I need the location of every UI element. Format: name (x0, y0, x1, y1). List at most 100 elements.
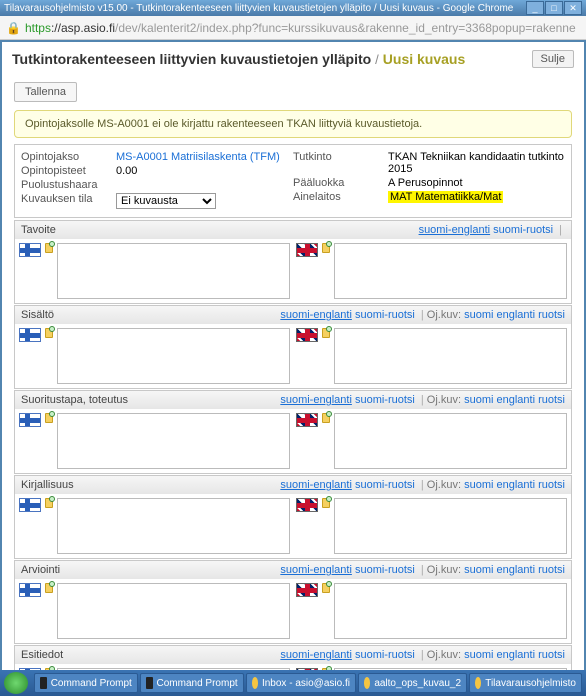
text-en-input[interactable] (334, 243, 567, 299)
flag-uk-icon (296, 498, 318, 512)
text-en-input[interactable] (334, 328, 567, 384)
task-icon (252, 677, 258, 689)
ojkuv-englanti-link[interactable]: englanti (496, 394, 535, 406)
page-title-main: Tutkintorakenteeseen liittyvien kuvausti… (12, 51, 371, 67)
ojkuv-ruotsi-link[interactable]: ruotsi (538, 649, 565, 661)
ojkuv-suomi-link[interactable]: suomi (464, 394, 493, 406)
opintojakso-link[interactable]: MS-A0001 Matriisilaskenta (TFM) (116, 151, 293, 163)
window-btn-close[interactable]: ✕ (564, 1, 582, 15)
lang-fi-en-link[interactable]: suomi-englanti (419, 224, 491, 236)
section-name: Esitiedot (21, 649, 221, 661)
lock-icon: 🔒 (6, 21, 21, 35)
ojkuv-suomi-link[interactable]: suomi (464, 309, 493, 321)
section-header: Sisältö suomi-englanti suomi-ruotsi |Oj.k… (15, 306, 571, 324)
task-item[interactable]: aalto_ops_kuvau_2 (358, 673, 467, 693)
flag-fi-icon (19, 498, 41, 512)
text-fi-input[interactable] (57, 328, 290, 384)
ojkuv-englanti-link[interactable]: englanti (496, 564, 535, 576)
section-name: Tavoite (21, 224, 221, 236)
lock-small-icon (322, 498, 330, 508)
lang-fi-en-link[interactable]: suomi-englanti (280, 564, 352, 576)
puolustushaara-value (116, 179, 293, 191)
section-name: Sisältö (21, 309, 221, 321)
ojkuv-suomi-link[interactable]: suomi (464, 479, 493, 491)
task-item[interactable]: Tilavarausohjelmisto (469, 673, 582, 693)
lock-small-icon (45, 498, 53, 508)
ojkuv-suomi-link[interactable]: suomi (464, 649, 493, 661)
lang-fi-en-link[interactable]: suomi-englanti (280, 479, 352, 491)
ojkuv-suomi-link[interactable]: suomi (464, 564, 493, 576)
task-label: Tilavarausohjelmisto (485, 678, 576, 689)
section-name: Suoritustapa, toteutus (21, 394, 221, 406)
section-header: Suoritustapa, toteutus suomi-englanti suo… (15, 391, 571, 409)
task-item[interactable]: Command Prompt (34, 673, 138, 693)
task-icon (364, 677, 370, 689)
window-titlebar: Tilavarausohjelmisto v15.00 - Tutkintora… (0, 0, 586, 16)
ojkuv-englanti-link[interactable]: englanti (496, 649, 535, 661)
lang-fi-sv-link[interactable]: suomi-ruotsi (355, 394, 415, 406)
lock-small-icon (45, 583, 53, 593)
text-fi-input[interactable] (57, 413, 290, 469)
section-header: Tavoite suomi-englanti suomi-ruotsi | (15, 221, 571, 239)
tutkinto-label: Tutkinto (293, 151, 388, 175)
address-bar[interactable]: 🔒 https://asp.asio.fi/dev/kalenterit2/in… (0, 16, 586, 40)
section-langlinks: suomi-englanti suomi-ruotsi |Oj.kuv: suo… (280, 564, 565, 576)
text-fi-input[interactable] (57, 243, 290, 299)
ojkuv-ruotsi-link[interactable]: ruotsi (538, 394, 565, 406)
lang-fi-en-link[interactable]: suomi-englanti (280, 394, 352, 406)
task-icon (475, 677, 481, 689)
page-title-sub: Uusi kuvaus (383, 51, 465, 67)
save-button[interactable]: Tallenna (14, 82, 77, 102)
task-item[interactable]: Command Prompt (140, 673, 244, 693)
task-label: Inbox - asio@asio.fi (262, 678, 350, 689)
close-button[interactable]: Sulje (532, 50, 574, 68)
flag-uk-icon (296, 413, 318, 427)
lang-fi-sv-link[interactable]: suomi-ruotsi (493, 224, 553, 236)
section-name: Kirjallisuus (21, 479, 221, 491)
section-langlinks: suomi-englanti suomi-ruotsi | (419, 224, 565, 236)
text-fi-input[interactable] (57, 583, 290, 639)
page-frame: Tutkintorakenteeseen liittyvien kuvausti… (2, 42, 584, 687)
puolustushaara-label: Puolustushaara (21, 179, 116, 191)
window-btn-min[interactable]: _ (526, 1, 544, 15)
section-name: Arviointi (21, 564, 221, 576)
text-fi-input[interactable] (57, 498, 290, 554)
properties-panel: OpintojaksoMS-A0001 Matriisilaskenta (TF… (14, 144, 572, 218)
lang-fi-en-link[interactable]: suomi-englanti (280, 309, 352, 321)
section-header: Kirjallisuus suomi-englanti suomi-ruotsi … (15, 476, 571, 494)
task-item[interactable]: Inbox - asio@asio.fi (246, 673, 356, 693)
section-langlinks: suomi-englanti suomi-ruotsi |Oj.kuv: suo… (280, 479, 565, 491)
ojkuv-ruotsi-link[interactable]: ruotsi (538, 564, 565, 576)
lang-fi-sv-link[interactable]: suomi-ruotsi (355, 564, 415, 576)
tutkinto-value: TKAN Tekniikan kandidaatin tutkinto 2015 (388, 151, 565, 175)
lang-fi-sv-link[interactable]: suomi-ruotsi (355, 649, 415, 661)
paaluokka-value: A Perusopinnot (388, 177, 565, 189)
section-langlinks: suomi-englanti suomi-ruotsi |Oj.kuv: suo… (280, 309, 565, 321)
window-btn-max[interactable]: □ (545, 1, 563, 15)
task-icon (40, 677, 47, 689)
ojkuv-ruotsi-link[interactable]: ruotsi (538, 479, 565, 491)
ojkuv-ruotsi-link[interactable]: ruotsi (538, 309, 565, 321)
lang-fi-sv-link[interactable]: suomi-ruotsi (355, 479, 415, 491)
paaluokka-label: Pääluokka (293, 177, 388, 189)
lang-fi-sv-link[interactable]: suomi-ruotsi (355, 309, 415, 321)
section-2: Suoritustapa, toteutus suomi-englanti suo… (14, 390, 572, 474)
flag-fi-icon (19, 413, 41, 427)
text-en-input[interactable] (334, 498, 567, 554)
ojkuv-englanti-link[interactable]: englanti (496, 309, 535, 321)
task-label: Command Prompt (157, 678, 238, 689)
flag-uk-icon (296, 243, 318, 257)
lock-small-icon (322, 243, 330, 253)
text-en-input[interactable] (334, 413, 567, 469)
section-header: Arviointi suomi-englanti suomi-ruotsi |Oj… (15, 561, 571, 579)
ojkuv-englanti-link[interactable]: englanti (496, 479, 535, 491)
ainelaitos-value: MAT Matematiikka/Mat (388, 191, 565, 203)
start-button[interactable] (4, 672, 28, 694)
ainelaitos-label: Ainelaitos (293, 191, 388, 203)
text-en-input[interactable] (334, 583, 567, 639)
kuvauksen-tila-select[interactable]: Ei kuvausta (116, 193, 216, 209)
task-icon (146, 677, 153, 689)
taskbar: Command Prompt Command Prompt Inbox - asio… (0, 670, 586, 696)
lang-fi-en-link[interactable]: suomi-englanti (280, 649, 352, 661)
flag-fi-icon (19, 243, 41, 257)
